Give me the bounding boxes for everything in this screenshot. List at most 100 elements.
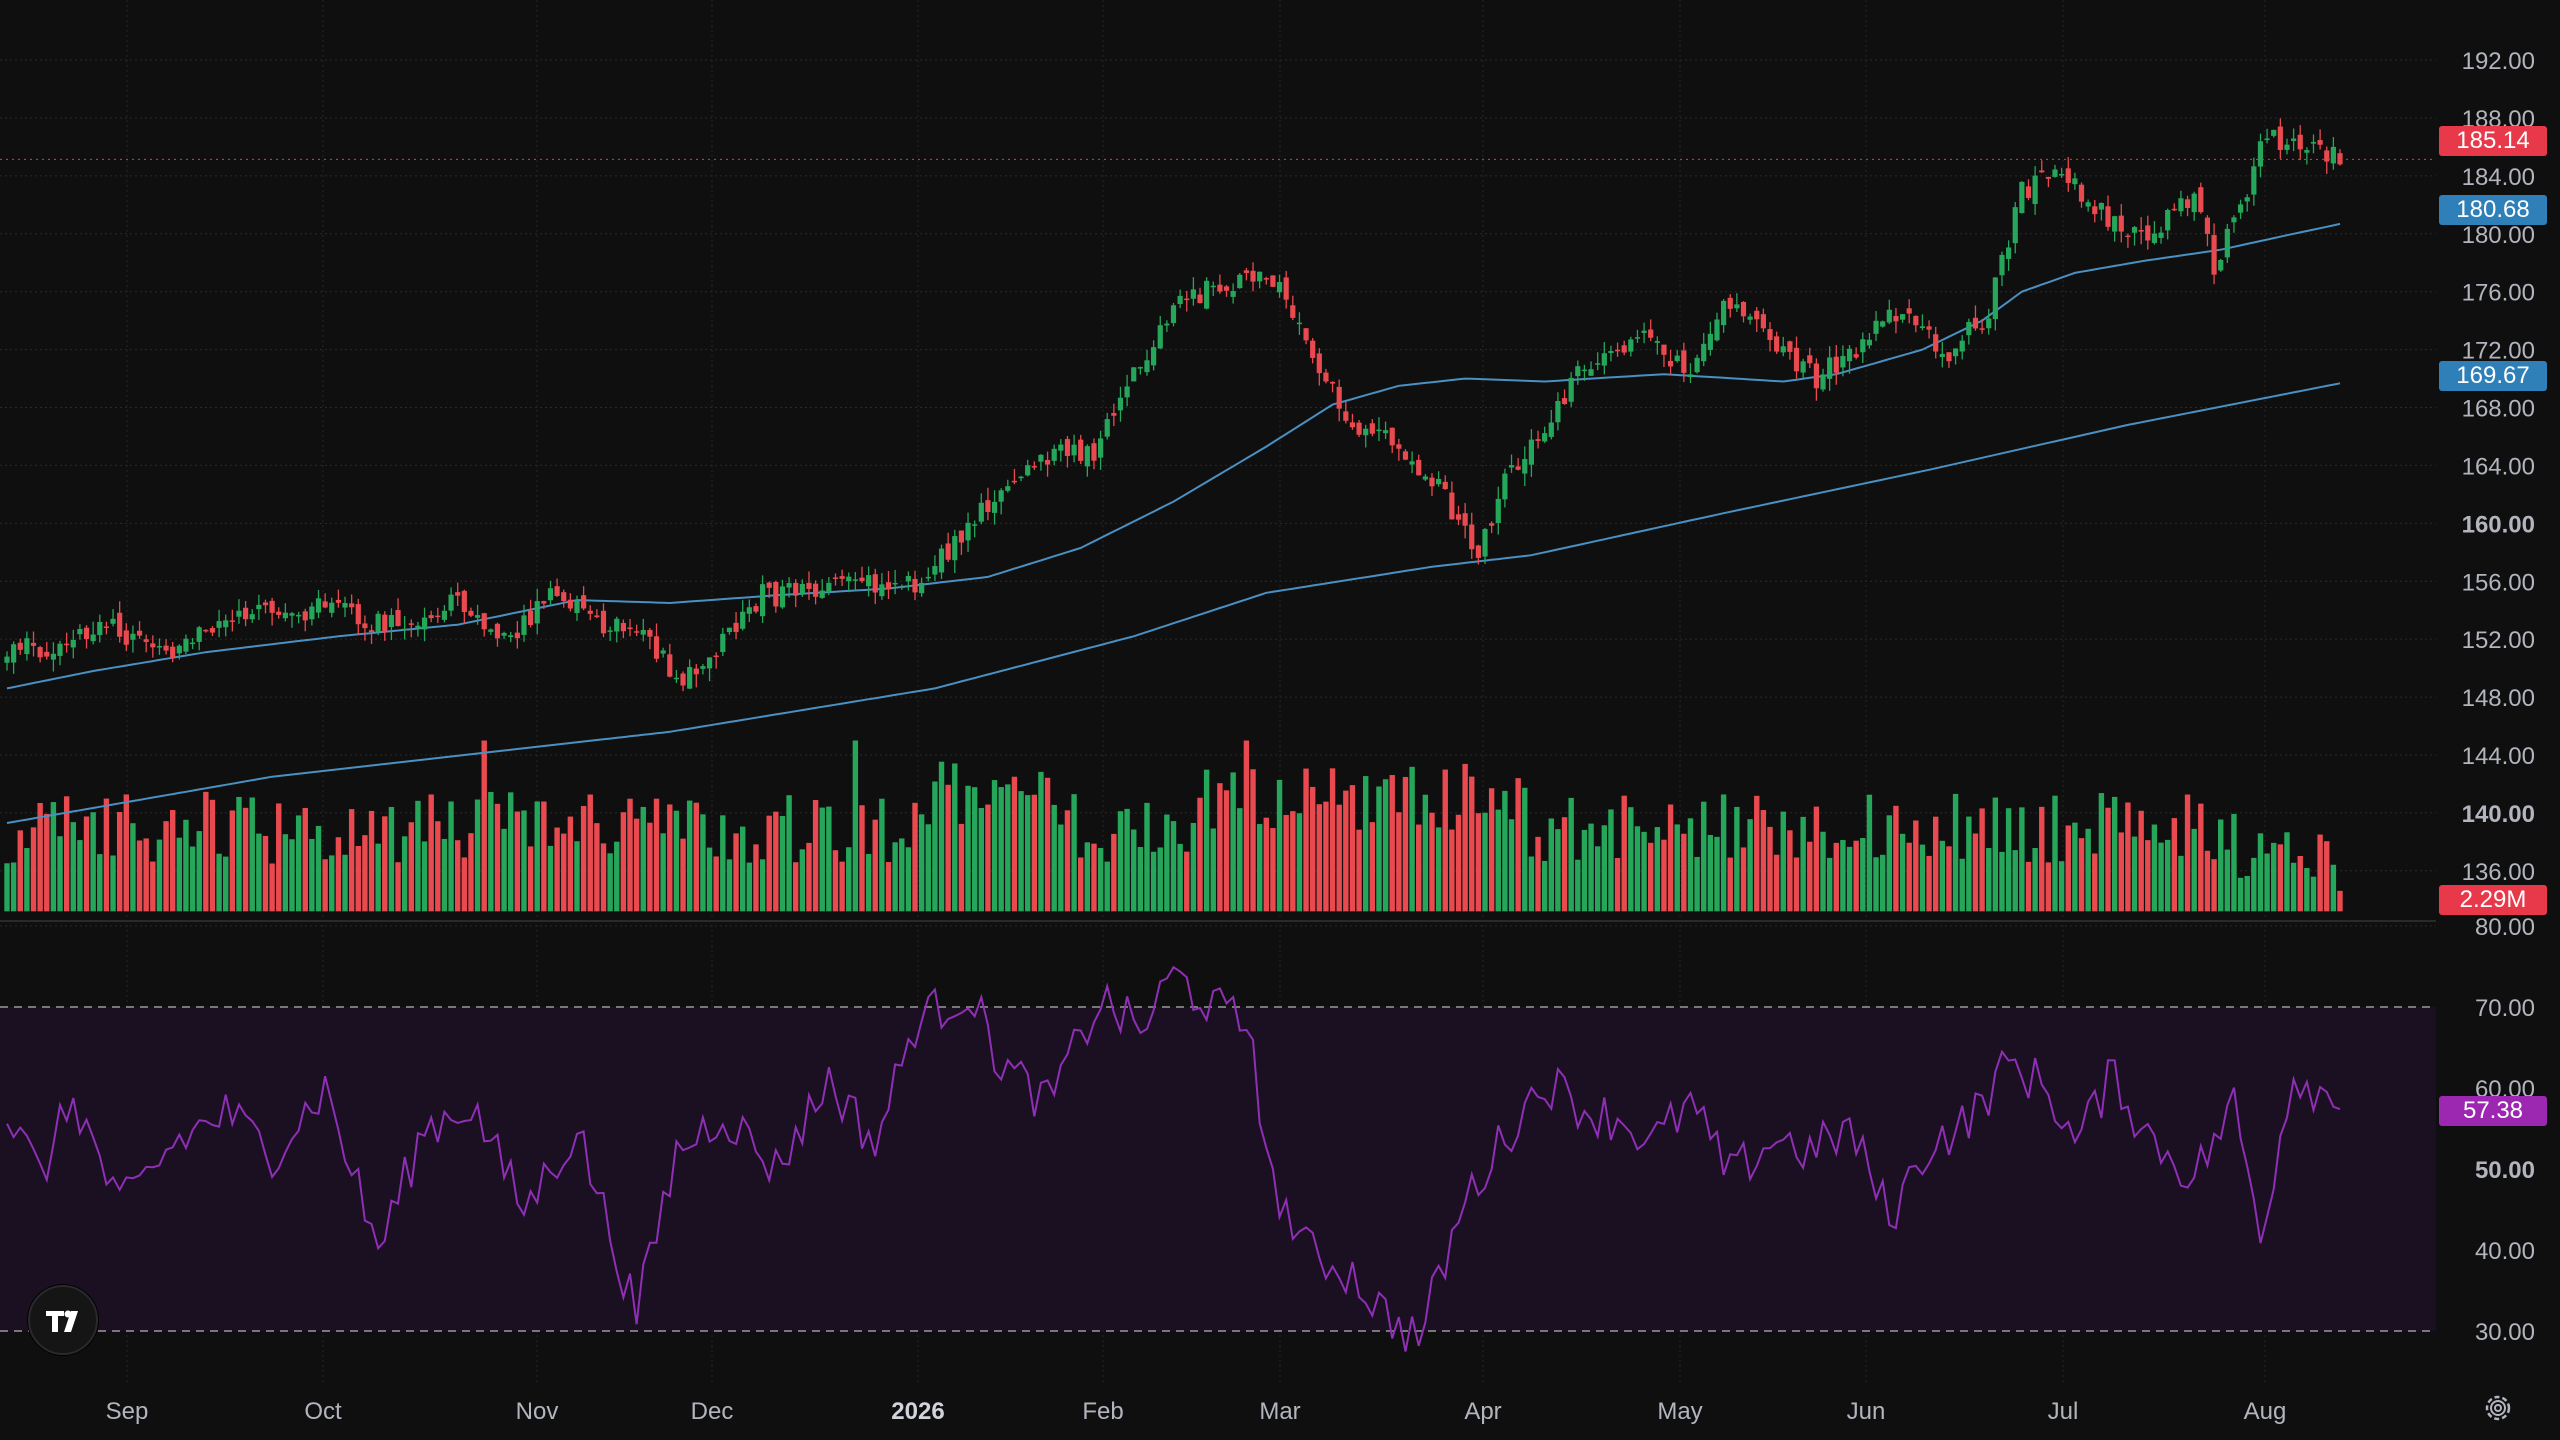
volume-bar [1190, 822, 1197, 912]
volume-bar [116, 811, 123, 912]
candle-body [1734, 304, 1740, 309]
candle-body [2224, 228, 2230, 258]
candle-body [1899, 314, 1906, 320]
candle-body [1747, 316, 1753, 320]
candle-body [1449, 492, 1455, 520]
candle-body [1714, 319, 1720, 341]
candle-body [740, 611, 746, 629]
candle-body [1555, 401, 1561, 423]
candle-body [2125, 235, 2131, 238]
candle-body [209, 628, 216, 633]
volume-bar [1601, 825, 1608, 912]
candle-body [514, 632, 520, 639]
candle-body [2264, 138, 2270, 140]
volume-bar [1488, 788, 1495, 912]
volume-bar [1714, 836, 1720, 912]
candle-body [938, 548, 945, 573]
candle-body [44, 651, 50, 657]
price-tick-label: 180.00 [2462, 222, 2535, 249]
candle-body [2317, 139, 2323, 145]
volume-bar [826, 806, 832, 912]
volume-bar [918, 814, 925, 912]
candle-body [1833, 356, 1839, 373]
candle-body [1827, 357, 1833, 379]
candle-body [302, 611, 308, 621]
candle-body [236, 610, 242, 617]
candle-body [1164, 323, 1170, 326]
volume-bar [183, 819, 189, 912]
volume-bar [57, 836, 63, 912]
volume-bar [1926, 855, 1932, 912]
price-axis[interactable]: 192.00188.00184.00180.00176.00172.00168.… [2462, 48, 2535, 886]
candle-body [594, 615, 600, 618]
volume-bar [2085, 828, 2091, 912]
candle-body [17, 642, 23, 650]
candle-body [527, 610, 534, 626]
candle-body [1137, 367, 1143, 369]
volume-bar [2019, 807, 2025, 912]
candle-body [1614, 349, 1621, 352]
volume-bar [1104, 861, 1110, 912]
candle-body [547, 588, 554, 601]
candle-body [653, 636, 660, 659]
volume-bar [1329, 768, 1336, 912]
candle-body [786, 583, 792, 588]
volume-bar [163, 821, 169, 912]
volume-bar [382, 816, 388, 912]
candle-body [329, 602, 335, 613]
volume-bar [1210, 828, 1216, 912]
candle-body [1349, 422, 1356, 428]
candle-body [1117, 397, 1124, 411]
volume-bar [2231, 813, 2237, 912]
candle-body [1396, 444, 1402, 449]
candle-body [2244, 197, 2250, 202]
candle-body [991, 501, 998, 513]
gear-icon[interactable] [2482, 1392, 2514, 1424]
volume-bar [700, 814, 706, 912]
candle-body [1694, 357, 1700, 373]
volume-bar [600, 843, 607, 912]
candle-body [746, 607, 752, 614]
candle-body [2052, 169, 2058, 177]
candle-body [2065, 168, 2071, 184]
candle-body [1204, 280, 1210, 309]
tradingview-logo-icon[interactable] [28, 1285, 98, 1355]
candle-body [1959, 340, 1965, 352]
volume-bar [1422, 794, 1429, 912]
candle-body [919, 582, 925, 594]
volume-bar [1064, 810, 1071, 912]
volume-bar [1243, 740, 1250, 912]
candle-body [2237, 204, 2244, 213]
candle-body [687, 667, 693, 689]
volume-bar [1296, 813, 1303, 912]
volume-bar [958, 823, 965, 912]
volume-bar [70, 822, 76, 912]
candle-body [1873, 320, 1879, 334]
volume-bar [375, 843, 381, 912]
volume-bar [1323, 801, 1329, 912]
stock-chart[interactable]: 192.00188.00184.00180.00176.00172.00168.… [0, 0, 2560, 1440]
volume-bar [1561, 817, 1568, 912]
candle-body [2330, 146, 2336, 164]
volume-value-badge: 2.29M [2439, 885, 2547, 915]
volume-bar [2211, 859, 2217, 912]
volume-bar [1223, 790, 1230, 912]
candle-body [2032, 175, 2038, 204]
volume-bar [872, 819, 878, 912]
candle-body [1144, 360, 1150, 373]
candle-body [136, 630, 143, 636]
candle-body [1846, 348, 1853, 362]
volume-bar [1316, 804, 1323, 912]
candle-body [733, 622, 739, 632]
candle-body [2304, 150, 2310, 153]
ma-long-value-badge: 169.67 [2439, 361, 2547, 391]
candle-body [494, 623, 501, 639]
candle-body [2131, 227, 2138, 233]
volume-bar [521, 810, 527, 912]
volume-bar [1164, 814, 1170, 912]
price-tick-label: 164.00 [2462, 453, 2535, 480]
volume-bar [415, 800, 421, 912]
volume-bar [852, 740, 859, 912]
candle-body [1760, 314, 1766, 329]
volume-bar [1303, 768, 1309, 912]
